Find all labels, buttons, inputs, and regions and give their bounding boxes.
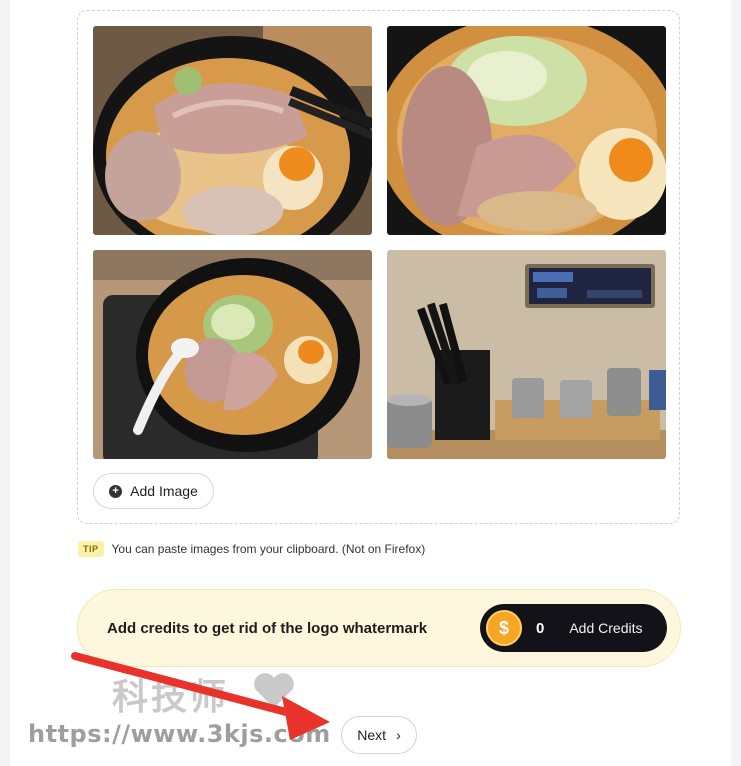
tip-badge: TIP (78, 541, 104, 557)
chevron-right-icon: › (396, 727, 401, 743)
page-left-edge (0, 0, 10, 766)
add-image-label: Add Image (130, 483, 198, 499)
uploaded-photo-4[interactable] (387, 250, 666, 459)
uploaded-photo-2[interactable] (387, 26, 666, 235)
coin-icon: $ (486, 610, 522, 646)
counter-photo-4-image (387, 250, 666, 459)
plus-circle-icon: + (109, 484, 123, 498)
watermark-chinese-text: 科技师 (112, 677, 230, 718)
uploaded-photo-1[interactable] (93, 26, 372, 235)
next-label: Next (357, 727, 387, 743)
ramen-photo-2-image (387, 26, 666, 235)
credits-banner: Add credits to get rid of the logo whate… (77, 589, 681, 667)
watermark-url: https://www.3kjs.com (28, 720, 331, 748)
credits-pill[interactable]: $ 0 Add Credits (480, 604, 667, 652)
next-button[interactable]: Next › (341, 716, 417, 754)
heart-icon (254, 673, 294, 708)
clipboard-tip: TIP You can paste images from your clipb… (78, 541, 425, 557)
add-image-button[interactable]: + Add Image (93, 473, 214, 509)
uploaded-photo-3[interactable] (93, 250, 372, 459)
credit-count: 0 (536, 619, 545, 637)
page-right-edge (731, 0, 741, 766)
tip-text: You can paste images from your clipboard… (111, 542, 426, 556)
ramen-photo-1-image (93, 26, 372, 235)
credits-message: Add credits to get rid of the logo whate… (107, 620, 428, 637)
ramen-photo-3-image (93, 250, 372, 459)
add-credits-button[interactable]: Add Credits (569, 620, 642, 636)
